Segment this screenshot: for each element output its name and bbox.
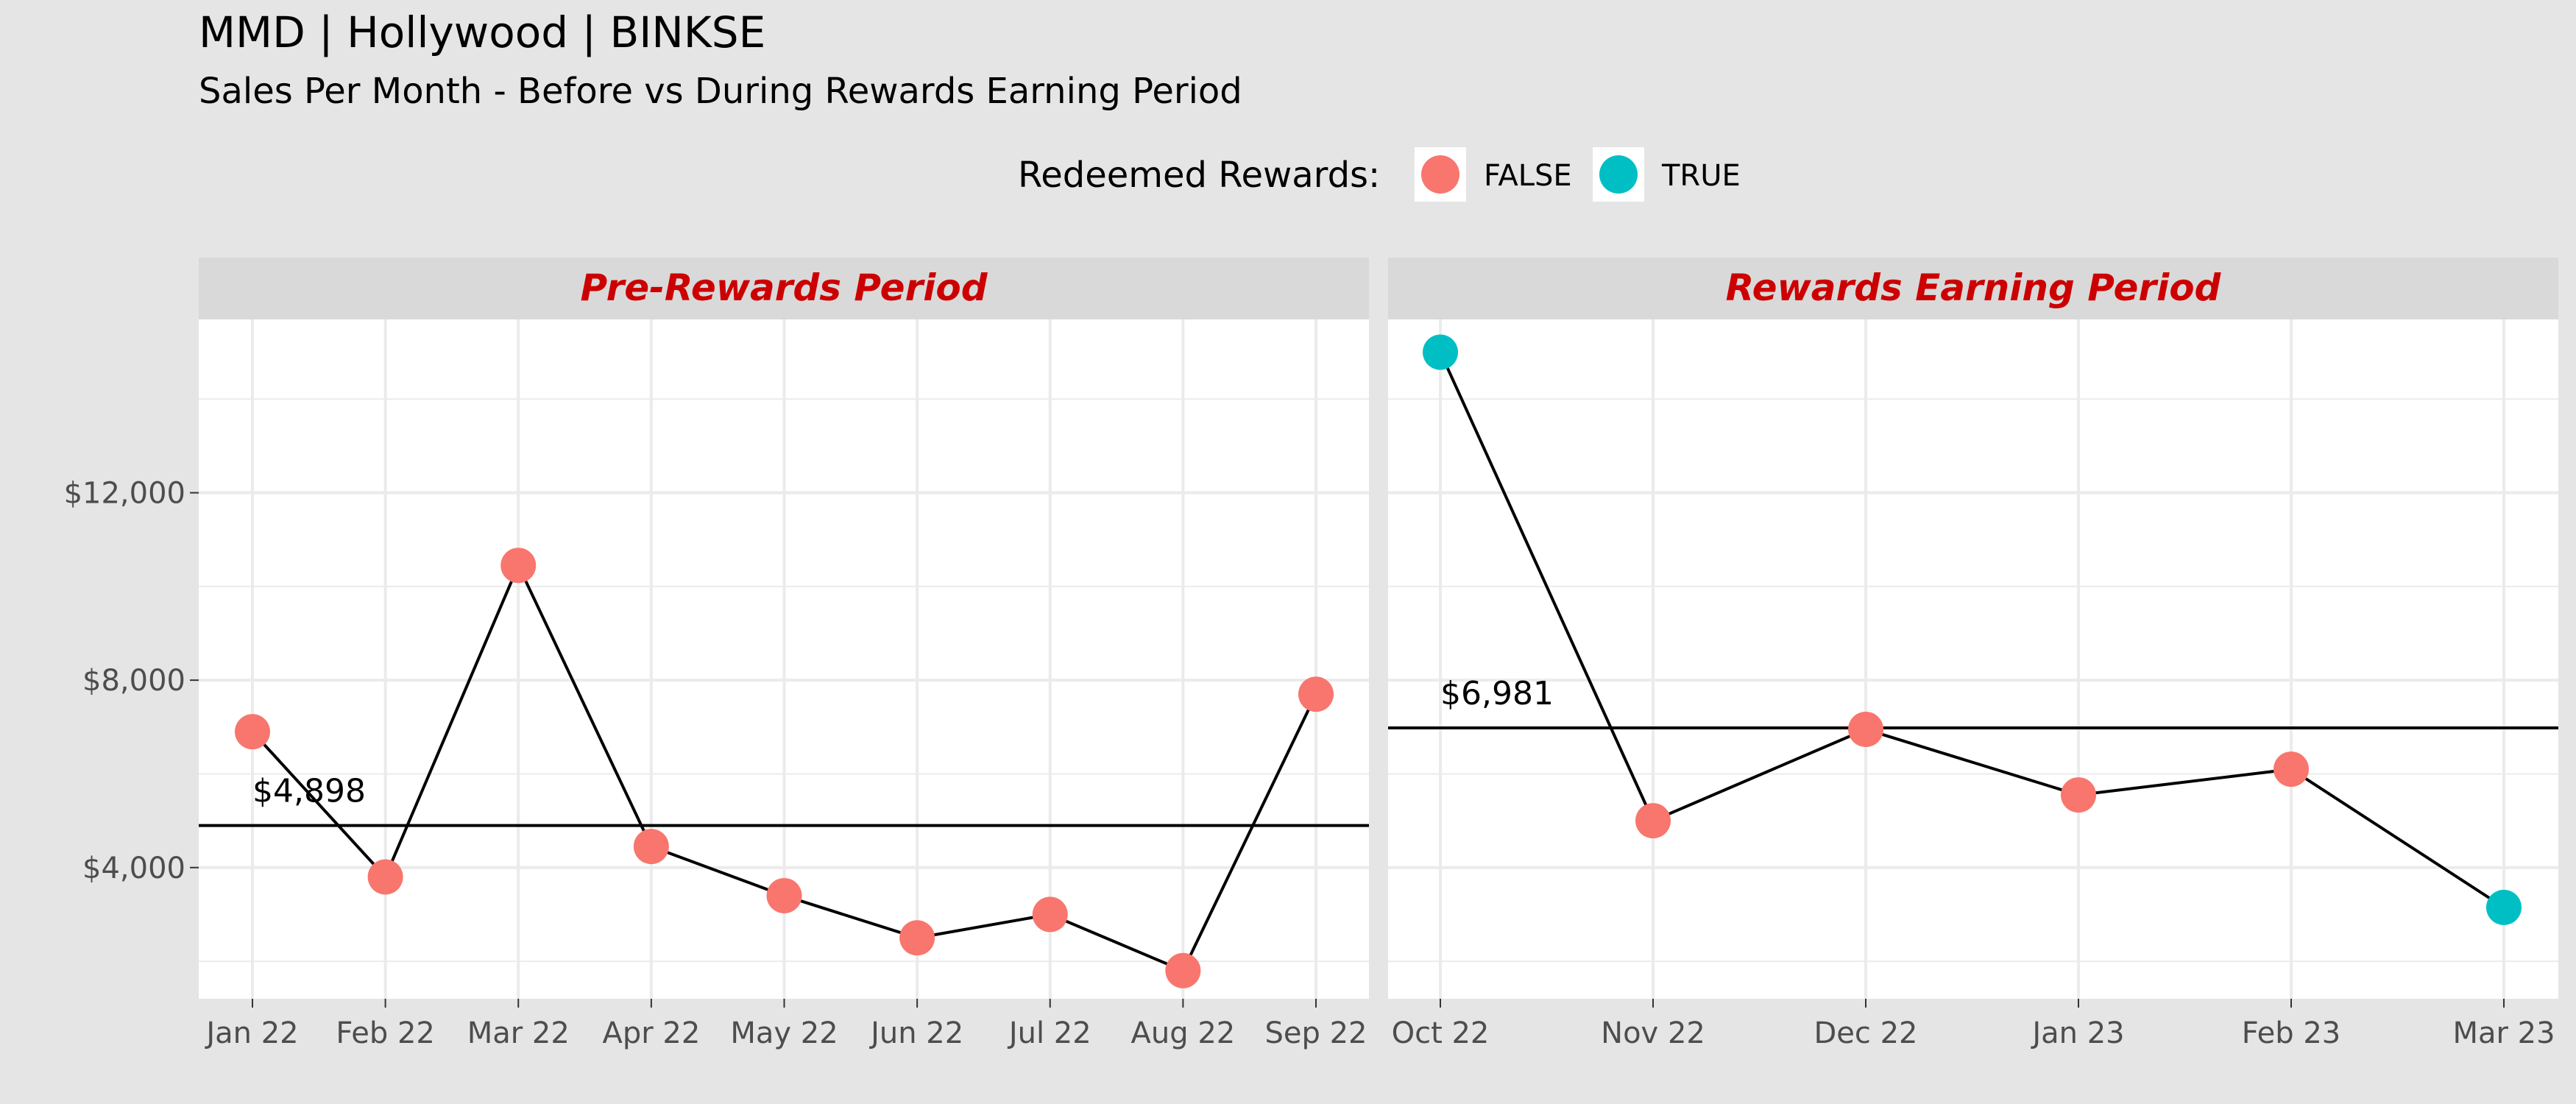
x-tick-label: Apr 22 xyxy=(602,1016,700,1050)
data-point xyxy=(1032,896,1068,933)
chart: MMD | Hollywood | BINKSE Sales Per Month… xyxy=(0,0,2576,1104)
x-tick-label: Jun 22 xyxy=(868,1016,963,1050)
data-point xyxy=(2061,777,2096,813)
data-point xyxy=(1298,676,1334,712)
legend-label-false: FALSE xyxy=(1484,159,1572,193)
y-tick-label: $12,000 xyxy=(64,477,185,511)
panel-rewards-earning: Rewards Earning Period Oct 22 Nov 22 Dec 22… xyxy=(1388,258,2558,1050)
data-point xyxy=(500,548,537,584)
x-tick-label: Mar 23 xyxy=(2452,1016,2555,1050)
x-tick-label: Aug 22 xyxy=(1131,1016,1236,1050)
data-point xyxy=(1423,334,1458,370)
data-point xyxy=(2274,751,2309,788)
x-tick-label: Oct 22 xyxy=(1392,1016,1490,1050)
legend-title: Redeemed Rewards: xyxy=(1018,155,1380,196)
x-tick-label: Nov 22 xyxy=(1601,1016,1705,1050)
panel-background xyxy=(1388,319,2558,999)
data-point xyxy=(367,859,403,895)
x-tick-label: Jul 22 xyxy=(1007,1016,1091,1050)
mean-label: $6,981 xyxy=(1440,675,1554,712)
legend-marker-true xyxy=(1599,155,1638,194)
data-point xyxy=(235,714,270,750)
y-tick-label: $4,000 xyxy=(82,852,185,885)
data-point xyxy=(2486,889,2522,925)
data-point xyxy=(1635,803,1671,839)
x-tick-label: May 22 xyxy=(730,1016,838,1050)
facet-strip-title: Rewards Earning Period xyxy=(1726,266,2222,309)
data-point xyxy=(899,920,935,956)
legend-marker-false xyxy=(1421,155,1459,194)
data-point xyxy=(1848,711,1883,747)
x-tick-label: Jan 23 xyxy=(2030,1016,2124,1050)
x-tick-label: Feb 22 xyxy=(336,1016,434,1050)
legend: Redeemed Rewards: FALSE TRUE xyxy=(1018,147,1741,202)
x-tick-label: Dec 22 xyxy=(1814,1016,1917,1050)
data-point xyxy=(1165,952,1201,988)
y-tick-label: $8,000 xyxy=(82,664,185,698)
chart-title: MMD | Hollywood | BINKSE xyxy=(199,7,765,57)
x-tick-label: Mar 22 xyxy=(467,1016,570,1050)
x-tick-label: Feb 23 xyxy=(2242,1016,2340,1050)
x-tick-label: Jan 22 xyxy=(204,1016,298,1050)
data-point xyxy=(633,829,669,865)
legend-label-true: TRUE xyxy=(1661,159,1741,193)
x-tick-label: Sep 22 xyxy=(1264,1016,1367,1050)
panel-pre-rewards: Pre-Rewards Period Jan 22 Feb 22 Mar 22 Apr … xyxy=(199,258,1369,1050)
chart-subtitle: Sales Per Month - Before vs During Rewar… xyxy=(199,71,1242,112)
data-point xyxy=(766,877,802,913)
mean-label: $4,898 xyxy=(252,773,366,810)
facet-strip-title: Pre-Rewards Period xyxy=(580,266,988,309)
